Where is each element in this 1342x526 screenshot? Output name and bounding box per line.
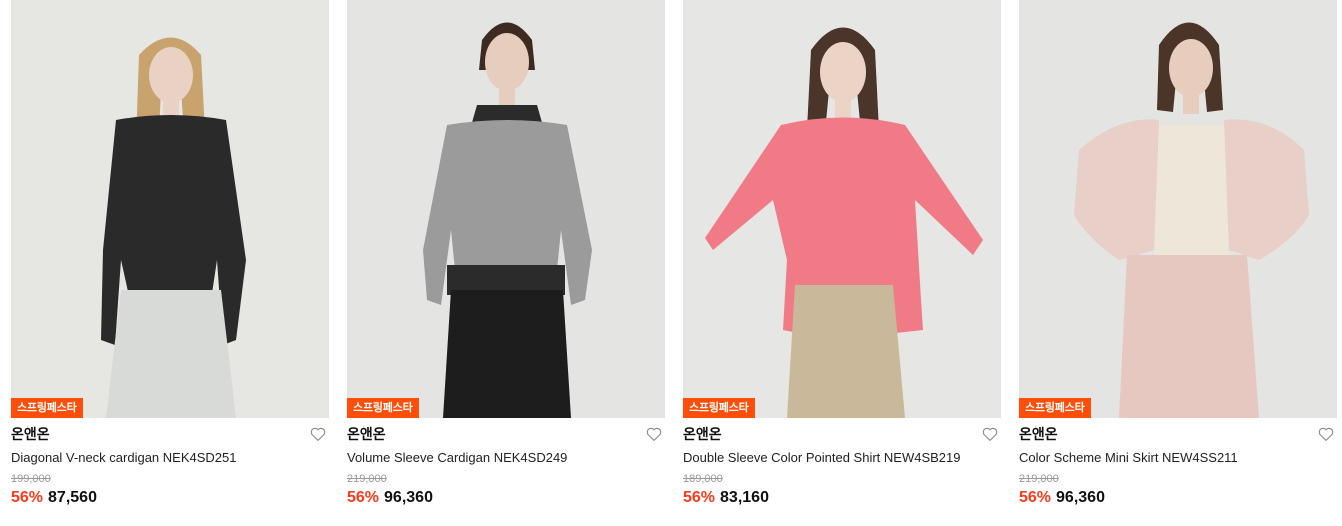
price-row: 56% 87,560 xyxy=(11,487,329,509)
heart-icon[interactable] xyxy=(309,425,327,443)
promo-badge: 스프링페스타 xyxy=(1019,398,1091,418)
sale-price: 96,360 xyxy=(1056,489,1105,506)
model-photo xyxy=(11,0,329,418)
brand-name[interactable]: 온앤온 xyxy=(347,424,665,444)
sale-price: 83,160 xyxy=(720,489,769,506)
product-card[interactable]: 스프링페스타 온앤온 Diagonal V-neck cardigan NEK4… xyxy=(11,0,329,509)
original-price: 189,000 xyxy=(683,473,723,485)
product-card[interactable]: 스프링페스타 온앤온 Double Sleeve Color Pointed S… xyxy=(683,0,1001,509)
original-price: 199,000 xyxy=(11,473,51,485)
product-info: 온앤온 Diagonal V-neck cardigan NEK4SD251 1… xyxy=(11,418,329,509)
heart-icon[interactable] xyxy=(981,425,999,443)
brand-name[interactable]: 온앤온 xyxy=(1019,424,1337,444)
discount-rate: 56% xyxy=(1019,489,1052,506)
model-photo xyxy=(347,0,665,418)
heart-icon[interactable] xyxy=(645,425,663,443)
sale-price: 96,360 xyxy=(384,489,433,506)
product-card[interactable]: 스프링페스타 온앤온 Color Scheme Mini Skirt NEW4S… xyxy=(1019,0,1337,509)
brand-name[interactable]: 온앤온 xyxy=(683,424,1001,444)
brand-name[interactable]: 온앤온 xyxy=(11,424,329,444)
product-image[interactable]: 스프링페스타 xyxy=(11,0,329,418)
product-image[interactable]: 스프링페스타 xyxy=(347,0,665,418)
promo-badge: 스프링페스타 xyxy=(11,398,83,418)
product-name[interactable]: Volume Sleeve Cardigan NEK4SD249 xyxy=(347,448,665,468)
product-name[interactable]: Diagonal V-neck cardigan NEK4SD251 xyxy=(11,448,329,468)
product-card[interactable]: 스프링페스타 온앤온 Volume Sleeve Cardigan NEK4SD… xyxy=(347,0,665,509)
price-row: 56% 83,160 xyxy=(683,487,1001,509)
price-row: 56% 96,360 xyxy=(1019,487,1337,509)
discount-rate: 56% xyxy=(683,489,716,506)
product-info: 온앤온 Double Sleeve Color Pointed Shirt NE… xyxy=(683,418,1001,509)
product-image[interactable]: 스프링페스타 xyxy=(683,0,1001,418)
product-info: 온앤온 Volume Sleeve Cardigan NEK4SD249 219… xyxy=(347,418,665,509)
sale-price: 87,560 xyxy=(48,489,97,506)
product-info: 온앤온 Color Scheme Mini Skirt NEW4SS211 21… xyxy=(1019,418,1337,509)
product-name[interactable]: Double Sleeve Color Pointed Shirt NEW4SB… xyxy=(683,448,1001,468)
price-row: 56% 96,360 xyxy=(347,487,665,509)
promo-badge: 스프링페스타 xyxy=(347,398,419,418)
discount-rate: 56% xyxy=(347,489,380,506)
product-name[interactable]: Color Scheme Mini Skirt NEW4SS211 xyxy=(1019,448,1337,468)
heart-icon[interactable] xyxy=(1317,425,1335,443)
product-grid: 스프링페스타 온앤온 Diagonal V-neck cardigan NEK4… xyxy=(11,0,1337,509)
original-price: 219,000 xyxy=(1019,473,1059,485)
model-photo xyxy=(683,0,1001,418)
discount-rate: 56% xyxy=(11,489,44,506)
product-image[interactable]: 스프링페스타 xyxy=(1019,0,1337,418)
promo-badge: 스프링페스타 xyxy=(683,398,755,418)
model-photo xyxy=(1019,0,1337,418)
original-price: 219,000 xyxy=(347,473,387,485)
